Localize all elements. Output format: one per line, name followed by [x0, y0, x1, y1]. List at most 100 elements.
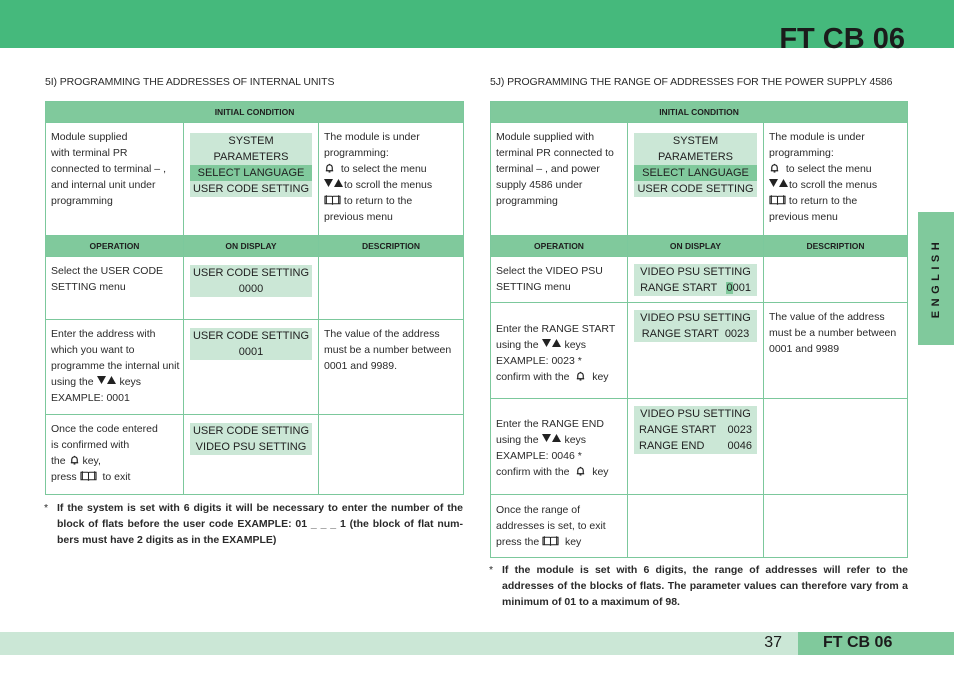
lcd-display: USER CODE SETTING 0001	[190, 328, 312, 360]
text-line: SETTING menu	[496, 281, 571, 293]
text: key	[564, 536, 582, 548]
down-up-arrows-icon	[97, 375, 117, 385]
text-line: using the keys	[496, 337, 627, 353]
display-line: VIDEO PSU SETTING	[640, 312, 751, 324]
text: to select the menu	[340, 163, 427, 175]
bell-icon	[575, 370, 586, 382]
table-row: Select the USER CODE SETTING menu USER C…	[45, 256, 465, 320]
column-header-operation: OPERATION	[45, 235, 184, 257]
lcd-display: VIDEO PSU SETTING RANGE START 0023 RANGE …	[634, 406, 757, 454]
bell-icon	[575, 465, 586, 477]
text: to return to the	[343, 195, 413, 207]
text-line: and internal unit under	[51, 179, 156, 191]
text: keys	[564, 339, 587, 351]
text-line: SETTING menu	[51, 281, 126, 293]
text-line: must be a number between	[769, 327, 897, 339]
text-line: press the key	[496, 534, 627, 550]
text-line: 0001 and 9989	[769, 343, 840, 355]
lcd-display: SYSTEM PARAMETERS SELECT LANGUAGE USER C…	[190, 133, 312, 197]
book-icon	[80, 470, 97, 482]
description-cell	[317, 414, 465, 495]
description-cell	[317, 256, 465, 320]
text-line: Enter the address with	[51, 328, 156, 340]
bell-icon	[69, 454, 80, 466]
display-line: USER CODE SETTING	[192, 183, 310, 195]
initial-description: The module is under programming: to sele…	[762, 122, 909, 236]
text: to select the menu	[785, 163, 872, 175]
text-line: is confirmed with	[51, 439, 130, 451]
description-cell	[762, 256, 909, 303]
text-line: The module is under	[324, 131, 420, 143]
text: press the	[496, 536, 540, 548]
initial-condition-header: INITIAL CONDITION	[44, 101, 465, 123]
text-line: programming	[51, 195, 113, 207]
text-line: which you want to	[51, 344, 135, 356]
text: using the	[496, 434, 539, 446]
column-header-operation: OPERATION	[490, 235, 628, 257]
text-line: The module is under	[769, 131, 865, 143]
text-line: connected to terminal – ,	[51, 163, 166, 175]
display-value: 001	[732, 282, 751, 294]
display-line: RANGE START 0001	[634, 280, 757, 296]
text-line: to return to the	[769, 193, 907, 209]
document-title: FT CB 06	[779, 23, 905, 55]
text-line: EXAMPLE: 0001	[51, 392, 130, 404]
text: keys	[564, 434, 587, 446]
initial-display: SYSTEM PARAMETERS SELECT LANGUAGE USER C…	[183, 122, 319, 236]
column-header-description: DESCRIPTION	[762, 235, 909, 257]
display-line: SYSTEM PARAMETERS	[658, 135, 733, 163]
column-header-description: DESCRIPTION	[317, 235, 465, 257]
display-label: RANGE END	[639, 440, 705, 452]
display-line: USER CODE SETTING	[637, 183, 754, 195]
lcd-display: USER CODE SETTING VIDEO PSU SETTING	[190, 423, 312, 455]
display-line: RANGE START 0023	[641, 328, 750, 340]
text-line: Module supplied with	[496, 131, 595, 143]
text-line: using the keys	[51, 374, 183, 390]
table-row: Enter the RANGE START using the keys EXA…	[490, 302, 909, 399]
language-tab-label: ENGLISH	[930, 237, 942, 319]
text-line: to scroll the menus	[769, 177, 907, 193]
display-line: RANGE END 0046	[634, 438, 757, 454]
initial-operation: Module supplied with terminal PR connect…	[45, 122, 184, 236]
text-line: previous menu	[769, 211, 838, 223]
down-up-arrows-icon	[542, 338, 562, 348]
text-line: Enter the RANGE END	[496, 418, 604, 430]
text: key	[592, 466, 609, 478]
section-title-5j: 5J) PROGRAMMING THE RANGE OF ADDRESSES F…	[490, 76, 893, 88]
text: key,	[82, 455, 101, 467]
text-line: supply 4586 under	[496, 179, 583, 191]
book-icon	[324, 194, 341, 206]
table-row: Once the code entered is confirmed with …	[45, 414, 465, 495]
bell-icon	[769, 162, 780, 174]
text-line: programming:	[324, 147, 389, 159]
text-line: The value of the address	[324, 328, 440, 340]
display-line: VIDEO PSU SETTING	[640, 266, 751, 278]
down-up-arrows-icon	[769, 178, 789, 188]
initial-display: SYSTEM PARAMETERS SELECT LANGUAGE USER C…	[627, 122, 764, 236]
text: using the	[496, 339, 539, 351]
footnote-5j: * If the module is set with 6 digits, th…	[489, 562, 908, 610]
text-line: 0001 and 9989.	[324, 360, 397, 372]
text-line: to select the menu	[324, 161, 463, 177]
text-line: the key,	[51, 453, 183, 469]
text: the	[51, 455, 66, 467]
text-line: programming	[496, 195, 558, 207]
footnote-text: If the system is set with 6 digits it wi…	[57, 502, 463, 546]
lcd-display: VIDEO PSU SETTING RANGE START 0023	[634, 310, 757, 342]
table-5i: INITIAL CONDITION Module supplied with t…	[44, 101, 465, 495]
text-line: with terminal PR	[51, 147, 128, 159]
text-line: Once the code entered	[51, 423, 158, 435]
text-line: Select the USER CODE	[51, 265, 164, 277]
footnote-text: If the module is set with 6 digits, the …	[502, 564, 908, 608]
display-line: 0000	[238, 283, 264, 295]
text: keys	[119, 376, 142, 388]
text-line: to select the menu	[769, 161, 907, 177]
text: confirm with the	[496, 371, 570, 383]
text-line: programming:	[769, 147, 834, 159]
text-line: terminal – , and power	[496, 163, 600, 175]
text-line: confirm with the key	[496, 369, 627, 385]
text-line: to scroll the menus	[324, 177, 463, 193]
display-line: RANGE START 0023	[634, 422, 757, 438]
display-label: RANGE START	[640, 282, 718, 294]
text-line: programme the internal unit	[51, 360, 180, 372]
